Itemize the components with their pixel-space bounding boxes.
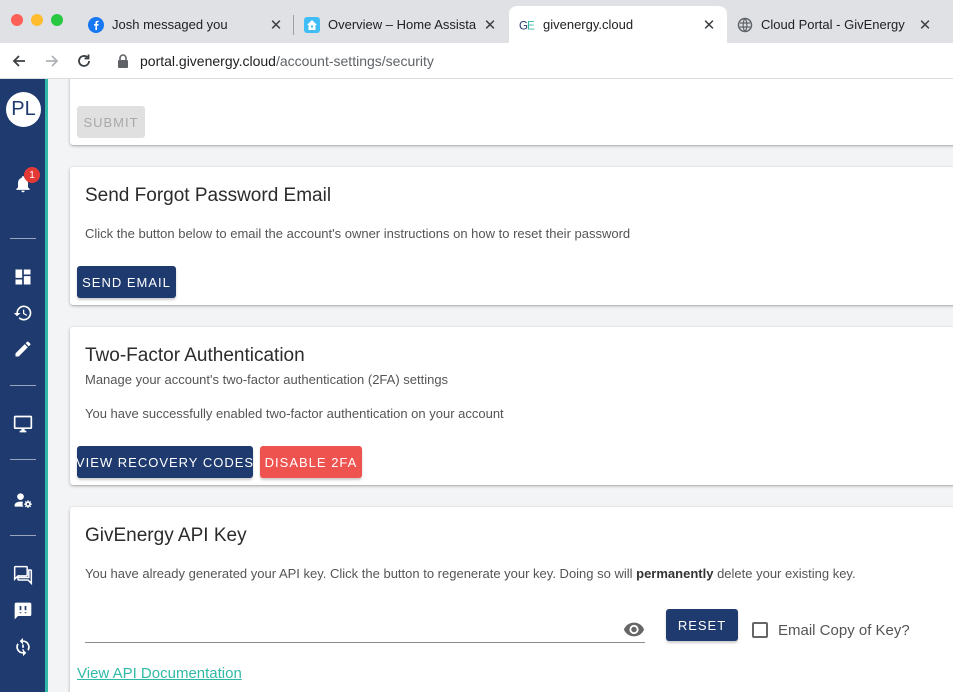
forgot-password-card: Send Forgot Password Email Click the but… <box>70 167 953 305</box>
tab-title: Overview – Home Assistant <box>328 17 476 32</box>
reset-button[interactable]: RESET <box>666 609 738 641</box>
email-copy-label: Email Copy of Key? <box>778 622 910 639</box>
desc-text: delete your existing key. <box>713 566 856 581</box>
sidebar-item-sync[interactable] <box>12 636 34 658</box>
pencil-icon <box>15 341 31 357</box>
lock-icon <box>118 54 128 68</box>
browser-tab-home-assistant[interactable]: Overview – Home Assistant ✕ <box>294 6 508 43</box>
avatar[interactable]: PL <box>6 92 41 127</box>
monitor-icon <box>13 415 33 433</box>
tab-title: Josh messaged you <box>112 17 228 32</box>
arrow-right-icon <box>46 55 59 67</box>
card-title: GivEnergy API Key <box>85 525 247 546</box>
url-host: portal.givenergy.cloud <box>140 53 276 69</box>
browser-tab-facebook[interactable]: Josh messaged you ✕ <box>78 6 294 43</box>
close-tab-icon[interactable]: ✕ <box>701 17 717 34</box>
app-sidebar: PL 1 <box>0 79 48 692</box>
feedback-icon <box>14 602 32 620</box>
forum-icon <box>13 565 33 585</box>
sidebar-item-devices[interactable] <box>12 413 34 435</box>
close-tab-icon[interactable]: ✕ <box>268 17 284 34</box>
arrow-left-icon <box>12 55 25 67</box>
sidebar-divider <box>10 535 36 536</box>
dashboard-icon <box>15 269 31 285</box>
sidebar-divider <box>10 459 36 460</box>
sidebar-item-dashboard[interactable] <box>12 266 34 288</box>
home-assistant-icon <box>304 16 320 33</box>
api-key-card: GivEnergy API Key You have already gener… <box>70 507 953 692</box>
browser-tab-givenergy[interactable]: GE givenergy.cloud ✕ <box>509 6 727 43</box>
close-tab-icon[interactable]: ✕ <box>482 17 498 34</box>
url-field[interactable]: portal.givenergy.cloud/account-settings/… <box>117 52 434 70</box>
card-title: Send Forgot Password Email <box>85 185 332 206</box>
sidebar-divider <box>10 238 36 239</box>
eye-icon[interactable] <box>623 618 645 640</box>
card-description: Click the button below to email the acco… <box>85 226 631 241</box>
card-subtitle: Manage your account's two-factor authent… <box>85 372 449 387</box>
history-icon <box>13 305 32 321</box>
globe-icon <box>737 17 753 33</box>
sidebar-item-edit[interactable] <box>12 338 34 360</box>
reload-button[interactable] <box>74 51 94 71</box>
main-content: SUBMIT Send Forgot Password Email Click … <box>48 79 953 692</box>
back-button[interactable] <box>9 51 29 71</box>
tab-title: givenergy.cloud <box>543 17 634 32</box>
send-email-button[interactable]: SEND EMAIL <box>77 266 176 298</box>
card-description: You have already generated your API key.… <box>85 566 856 581</box>
card-title: Two-Factor Authentication <box>85 345 305 366</box>
zoom-window-button[interactable] <box>51 14 63 26</box>
sidebar-item-account-settings[interactable] <box>12 489 34 511</box>
view-recovery-codes-button[interactable]: VIEW RECOVERY CODES <box>76 446 253 478</box>
api-documentation-link[interactable]: View API Documentation <box>77 665 242 682</box>
sidebar-item-feedback[interactable] <box>12 600 34 622</box>
disable-2fa-button[interactable]: DISABLE 2FA <box>260 446 362 478</box>
forward-button[interactable] <box>42 51 62 71</box>
facebook-icon <box>88 16 104 33</box>
close-tab-icon[interactable]: ✕ <box>917 17 933 34</box>
reload-icon <box>78 54 90 67</box>
browser-tab-bar: Josh messaged you ✕ Overview – Home Assi… <box>0 0 953 43</box>
submit-button[interactable]: SUBMIT <box>77 106 145 138</box>
email-copy-checkbox[interactable] <box>752 622 768 638</box>
two-factor-card: Two-Factor Authentication Manage your ac… <box>70 327 953 485</box>
change-password-card: SUBMIT <box>70 79 953 145</box>
sidebar-item-forum[interactable] <box>12 564 34 586</box>
sidebar-item-history[interactable] <box>12 302 34 324</box>
close-window-button[interactable] <box>11 14 23 26</box>
svg-text:E: E <box>527 20 535 32</box>
sync-icon <box>16 637 30 657</box>
browser-tab-cloud-portal[interactable]: Cloud Portal - GivEnergy ✕ <box>727 6 943 43</box>
notification-badge: 1 <box>24 167 40 183</box>
tab-title: Cloud Portal - GivEnergy <box>761 17 905 32</box>
sidebar-divider <box>10 385 36 386</box>
desc-bold: permanently <box>636 566 714 581</box>
givenergy-icon: GE <box>519 17 535 33</box>
desc-text: You have already generated your API key.… <box>85 566 637 581</box>
minimize-window-button[interactable] <box>31 14 43 26</box>
url-path: /account-settings/security <box>275 53 434 69</box>
twofa-status: You have successfully enabled two-factor… <box>85 406 504 421</box>
user-settings-icon <box>14 493 32 508</box>
api-key-input[interactable] <box>85 615 645 643</box>
address-bar: portal.givenergy.cloud/account-settings/… <box>0 43 953 79</box>
